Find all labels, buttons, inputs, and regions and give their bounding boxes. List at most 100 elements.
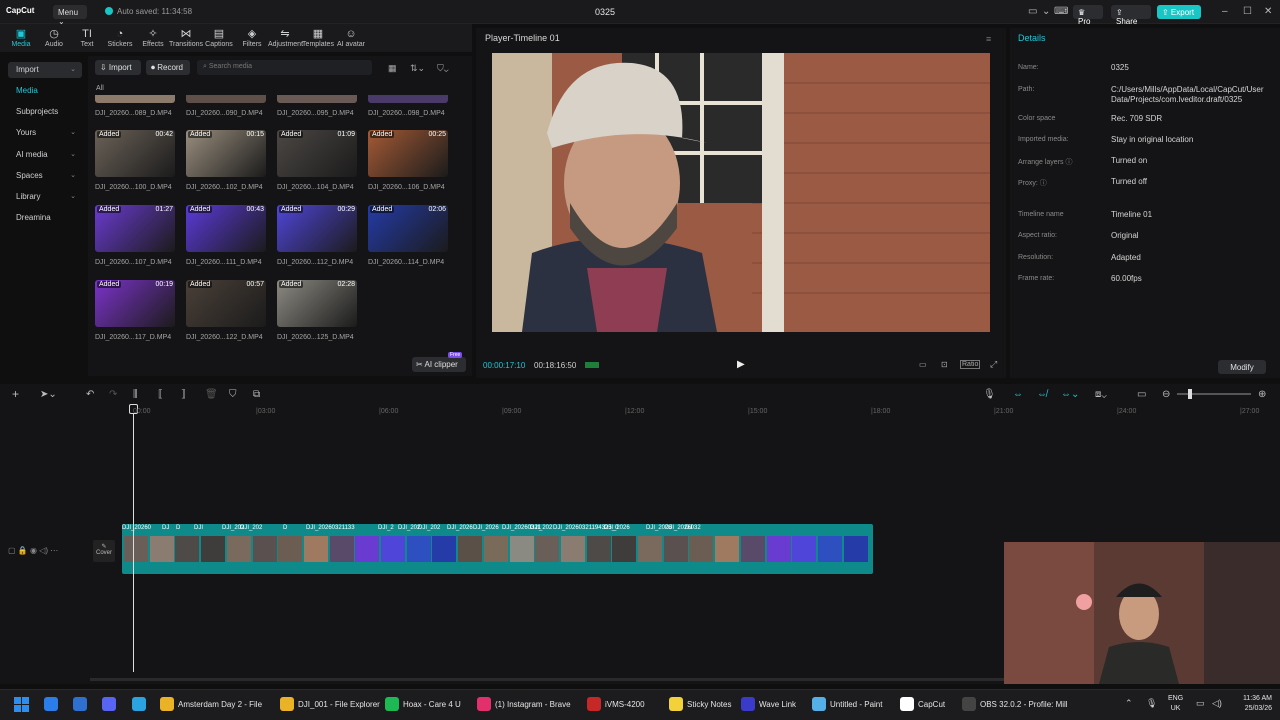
- marker-icon[interactable]: ⛉: [229, 389, 237, 400]
- tool-transitions[interactable]: ⋈ Transitions: [169, 28, 203, 48]
- grid-view-icon[interactable]: ▦: [388, 63, 397, 74]
- magnet-icon[interactable]: ⇎: [1037, 389, 1047, 400]
- pro-button[interactable]: ♛ Pro: [1073, 5, 1103, 26]
- undo-icon[interactable]: ↶: [86, 389, 94, 400]
- taskbar-icon[interactable]: [132, 697, 146, 711]
- taskbar-icon[interactable]: [900, 697, 914, 711]
- taskbar-item-label[interactable]: CapCut: [918, 700, 945, 709]
- redo-icon[interactable]: ↷: [109, 389, 117, 400]
- media-item[interactable]: Added 00:42: [95, 130, 175, 177]
- media-item[interactable]: Added 01:09: [277, 130, 357, 177]
- ai-clipper-button[interactable]: ✂ AI clipper: [412, 357, 466, 372]
- player-menu-icon[interactable]: ≡: [986, 34, 991, 44]
- taskbar-item-label[interactable]: (1) Instagram - Brave: [495, 700, 571, 709]
- taskbar-item-label[interactable]: OBS 32.0.2 - Profile: Mill: [980, 700, 1068, 709]
- media-item[interactable]: Added 00:29: [277, 205, 357, 252]
- sidebar-item-ai-media[interactable]: AI media ⌄: [8, 147, 82, 163]
- media-item[interactable]: Added 01:27: [95, 205, 175, 252]
- quality-icon[interactable]: ▭: [919, 360, 927, 369]
- media-item[interactable]: Added 00:57: [186, 280, 266, 327]
- sidebar-item-spaces[interactable]: Spaces ⌄: [8, 168, 82, 184]
- lock-icon[interactable]: 🔒: [18, 546, 30, 555]
- layout-menu-icon[interactable]: ⌄: [1042, 6, 1050, 17]
- media-item[interactable]: Added 02:28: [277, 280, 357, 327]
- taskbar-icon[interactable]: [962, 697, 976, 711]
- windows-start-icon[interactable]: [14, 697, 29, 712]
- import-button[interactable]: ⇩ Import: [95, 60, 141, 75]
- menu-button[interactable]: Menu ⌄: [53, 5, 87, 26]
- visibility-icon[interactable]: ◉: [30, 546, 39, 555]
- taskbar-item-label[interactable]: Amsterdam Day 2 - File: [178, 700, 262, 709]
- tool-text[interactable]: TI Text: [70, 28, 104, 48]
- tool-templates[interactable]: ▦ Templates: [301, 28, 335, 48]
- close-icon[interactable]: ✕: [1264, 6, 1272, 17]
- mute-icon[interactable]: ◁): [39, 546, 50, 555]
- tool-adjustment[interactable]: ⇋ Adjustment: [268, 28, 303, 48]
- zoom-handle[interactable]: [1188, 389, 1192, 399]
- microphone-icon[interactable]: 🎙: [983, 389, 996, 400]
- language-indicator[interactable]: ENG UK: [1168, 694, 1183, 714]
- fullscreen-icon[interactable]: ⤢: [990, 359, 997, 370]
- compare-icon[interactable]: ⧈⌄: [1095, 389, 1107, 400]
- taskbar-icon[interactable]: [741, 697, 755, 711]
- sidebar-item-import[interactable]: Import ⌄: [8, 62, 82, 78]
- tool-effects[interactable]: ✧ Effects: [136, 28, 170, 48]
- preview-axis-icon[interactable]: ⇔⌄: [1061, 389, 1079, 400]
- taskbar-icon[interactable]: [385, 697, 399, 711]
- media-item[interactable]: Added 00:19: [95, 280, 175, 327]
- select-tool-icon[interactable]: ➤⌄: [40, 389, 57, 400]
- crop-icon[interactable]: ⊡: [941, 360, 948, 369]
- taskbar-item-label[interactable]: DJI_001 - File Explorer: [298, 700, 380, 709]
- record-button[interactable]: ⏺ Record: [146, 60, 190, 75]
- taskbar-item-label[interactable]: Hoax - Care 4 U: [403, 700, 461, 709]
- video-track[interactable]: DJI_20260 DJ D DJI DJI_202 DJI_202 D DJI_202603…: [122, 524, 873, 574]
- timeline-scrollbar[interactable]: [90, 678, 1004, 681]
- zoom-in-icon[interactable]: ⊕: [1258, 389, 1266, 400]
- tool-captions[interactable]: ▤ Captions: [202, 28, 236, 48]
- taskbar-icon[interactable]: [160, 697, 174, 711]
- search-input[interactable]: ⌕ Search media: [197, 60, 372, 75]
- media-thumb-partial[interactable]: [368, 95, 448, 103]
- add-track-icon[interactable]: +: [12, 387, 19, 401]
- tray-mic-icon[interactable]: 🎙: [1146, 698, 1157, 709]
- taskbar-item-label[interactable]: iVMS-4200: [605, 700, 645, 709]
- taskbar-item-label[interactable]: Untitled - Paint: [830, 700, 882, 709]
- media-thumb-partial[interactable]: [186, 95, 266, 103]
- playhead[interactable]: [133, 404, 134, 672]
- maximize-icon[interactable]: ☐: [1243, 6, 1252, 17]
- taskbar-icon[interactable]: [73, 697, 87, 711]
- tool-stickers[interactable]: ◔ Stickers: [103, 28, 137, 48]
- media-thumb-partial[interactable]: [277, 95, 357, 103]
- sidebar-item-dreamina[interactable]: Dreamina: [8, 210, 82, 226]
- network-icon[interactable]: ▭: [1196, 698, 1205, 709]
- taskbar-icon[interactable]: [587, 697, 601, 711]
- taskbar-icon[interactable]: [812, 697, 826, 711]
- split-left-icon[interactable]: ⟦: [158, 389, 163, 400]
- sidebar-item-subprojects[interactable]: Subprojects: [8, 104, 82, 120]
- media-item[interactable]: Added 00:25: [368, 130, 448, 177]
- taskbar-item-label[interactable]: Wave Link: [759, 700, 796, 709]
- media-item[interactable]: Added 02:06: [368, 205, 448, 252]
- media-thumb-partial[interactable]: [95, 95, 175, 103]
- media-item[interactable]: Added 00:15: [186, 130, 266, 177]
- volume-icon[interactable]: ◁): [1212, 698, 1222, 709]
- sidebar-item-yours[interactable]: Yours ⌄: [8, 125, 82, 141]
- split-icon[interactable]: ⫼: [133, 389, 138, 400]
- tool-filters[interactable]: ◈ Filters: [235, 28, 269, 48]
- tool-ai-avatar[interactable]: ☺ AI avatar: [334, 28, 368, 48]
- tray-expand-icon[interactable]: ⌃: [1125, 698, 1133, 709]
- zoom-out-icon[interactable]: ⊖: [1162, 389, 1170, 400]
- media-item[interactable]: Added 00:43: [186, 205, 266, 252]
- filter-icon[interactable]: ⛉⌄: [437, 63, 449, 74]
- ratio-button[interactable]: Ratio: [960, 360, 981, 369]
- smart-tool-icon[interactable]: ⧉: [253, 389, 260, 400]
- delete-icon[interactable]: 🗑: [205, 389, 218, 400]
- sort-icon[interactable]: ⇅⌄: [410, 63, 425, 74]
- taskbar-icon[interactable]: [669, 697, 683, 711]
- track-lock-icon[interactable]: ▢: [8, 546, 18, 555]
- export-button[interactable]: ⇪ Export: [1157, 5, 1201, 19]
- minimize-icon[interactable]: –: [1222, 6, 1228, 17]
- link-icon[interactable]: ⇔: [1013, 389, 1023, 400]
- sidebar-item-library[interactable]: Library ⌄: [8, 189, 82, 205]
- taskbar-icon[interactable]: [44, 697, 58, 711]
